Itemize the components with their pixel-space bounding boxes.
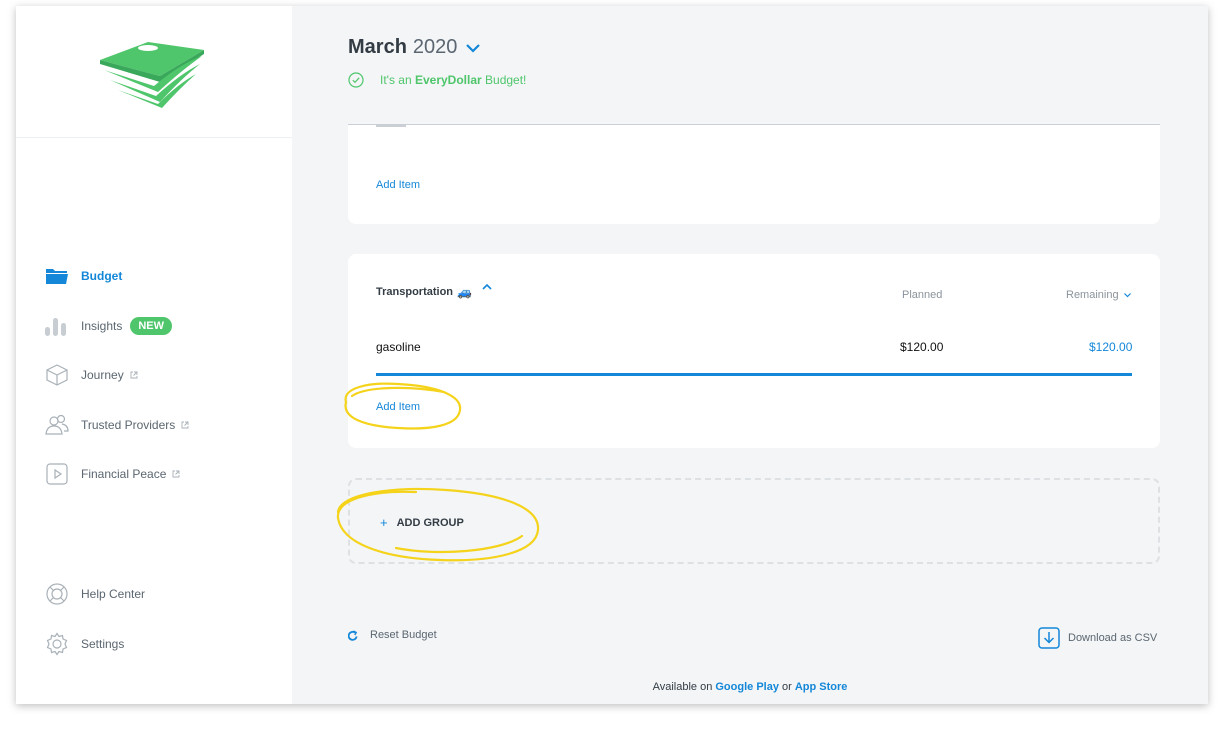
lifebuoy-icon — [45, 582, 69, 606]
add-group-label: ADD GROUP — [396, 516, 464, 529]
app-window: Budget Insights NEW Journey Trusted Prov… — [16, 6, 1208, 704]
sidebar-item-help-center[interactable]: Help Center — [45, 581, 145, 607]
banner-prefix: It's an — [380, 73, 415, 87]
bar-chart-icon — [45, 314, 69, 338]
gear-icon — [45, 632, 69, 656]
download-csv-label: Download as CSV — [1068, 632, 1158, 644]
month-label: March — [348, 36, 407, 58]
group-title[interactable]: Transportation 🚙 — [376, 285, 472, 299]
reset-budget-button[interactable]: Reset Budget — [348, 629, 437, 641]
column-header-remaining[interactable]: Remaining — [1066, 289, 1131, 301]
app-store-availability: Available on Google Play or App Store — [292, 681, 1208, 693]
availability-joiner: or — [778, 681, 795, 693]
add-group-button[interactable]: + ADD GROUP — [348, 478, 1160, 564]
sidebar-item-label: Financial Peace — [81, 467, 167, 481]
sidebar: Budget Insights NEW Journey Trusted Prov… — [16, 6, 292, 704]
column-header-remaining-label: Remaining — [1066, 289, 1119, 301]
budget-item-name[interactable]: gasoline — [376, 340, 421, 354]
chevron-down-icon[interactable] — [465, 43, 481, 53]
budget-group-card-transportation: Transportation 🚙 Planned Remaining gasol… — [348, 254, 1160, 448]
sidebar-item-label: Budget — [81, 269, 123, 283]
new-badge: NEW — [130, 317, 173, 335]
sidebar-item-label: Help Center — [81, 587, 146, 601]
sidebar-item-label: Trusted Providers — [81, 418, 176, 432]
money-stack-logo[interactable] — [96, 36, 208, 108]
external-link-icon — [181, 421, 189, 429]
refresh-icon — [348, 629, 358, 641]
cube-icon — [45, 363, 69, 387]
sidebar-item-insights[interactable]: Insights NEW — [45, 313, 173, 339]
external-link-icon — [172, 470, 180, 478]
budget-item-remaining[interactable]: $120.00 — [1089, 340, 1132, 354]
main-content: March 2020 It's an EveryDollar Budget! A… — [292, 6, 1208, 704]
cropped-row-divider — [376, 125, 406, 127]
sidebar-item-trusted-providers[interactable]: Trusted Providers — [45, 412, 189, 438]
banner-brand: EveryDollar — [414, 73, 482, 87]
sidebar-item-financial-peace[interactable]: Financial Peace — [45, 461, 180, 487]
car-emoji: 🚙 — [457, 285, 472, 299]
logo-area — [16, 6, 292, 138]
year-label: 2020 — [412, 36, 458, 58]
group-title-text: Transportation — [376, 286, 454, 298]
sidebar-item-label: Settings — [81, 637, 125, 651]
sidebar-item-budget[interactable]: Budget — [45, 263, 122, 289]
chevron-down-icon — [1123, 292, 1131, 297]
sidebar-item-label: Journey — [81, 368, 124, 382]
month-selector[interactable]: March 2020 — [348, 36, 481, 59]
add-item-link[interactable]: Add Item — [376, 179, 420, 191]
everydollar-budget-banner: It's an EveryDollar Budget! — [348, 72, 526, 88]
progress-fill — [376, 373, 1132, 376]
banner-suffix: Budget! — [481, 73, 527, 87]
chevron-up-icon[interactable] — [482, 283, 492, 290]
budget-item-planned[interactable]: $120.00 — [900, 340, 943, 354]
add-item-link[interactable]: Add Item — [376, 401, 420, 413]
google-play-link[interactable]: Google Play — [715, 681, 779, 693]
plus-icon: + — [380, 515, 388, 530]
people-icon — [45, 413, 69, 437]
availability-prefix: Available on — [652, 681, 716, 693]
sidebar-item-journey[interactable]: Journey — [45, 362, 138, 388]
budget-group-card: Add Item — [348, 124, 1160, 224]
app-store-link[interactable]: App Store — [795, 681, 848, 693]
column-header-planned: Planned — [902, 289, 943, 301]
download-icon — [1038, 627, 1060, 649]
check-circle-icon — [348, 72, 364, 88]
sidebar-item-settings[interactable]: Settings — [45, 631, 124, 657]
budget-item-progress-bar — [376, 373, 1132, 376]
download-csv-button[interactable]: Download as CSV — [1038, 627, 1157, 649]
external-link-icon — [130, 371, 138, 379]
play-icon — [45, 462, 69, 486]
folder-icon — [45, 264, 69, 288]
reset-budget-label: Reset Budget — [370, 629, 437, 641]
sidebar-item-label: Insights — [81, 319, 123, 333]
